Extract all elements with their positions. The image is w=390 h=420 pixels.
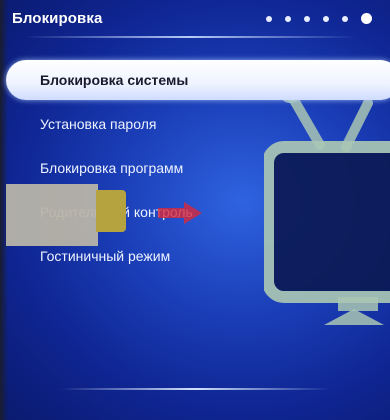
page-dot: [266, 15, 272, 22]
overlay-block: [6, 184, 98, 246]
bottom-divider: [60, 388, 330, 390]
overlay-tab: [96, 190, 126, 232]
page-title: Блокировка: [12, 10, 103, 27]
arrow-right-icon: [158, 202, 202, 224]
page-dot: [304, 15, 310, 22]
menu-item-label: Блокировка программ: [40, 160, 184, 176]
menu-item-label: Гостиничный режим: [40, 248, 171, 264]
page-dot: [323, 15, 329, 22]
lock-settings-screen: Блокировка Блокировка системы Установка …: [0, 0, 390, 420]
menu-item-system-lock[interactable]: Блокировка системы: [6, 60, 390, 100]
page-dot-active: [361, 13, 372, 24]
menu-item-set-password[interactable]: Установка пароля: [0, 102, 390, 146]
header-divider: [24, 36, 356, 38]
header: Блокировка: [0, 0, 390, 40]
page-dot: [342, 15, 348, 22]
menu-item-label: Установка пароля: [40, 116, 157, 132]
menu-item-label: Блокировка системы: [40, 72, 189, 88]
page-dot: [285, 15, 291, 22]
page-indicator: [266, 13, 372, 24]
